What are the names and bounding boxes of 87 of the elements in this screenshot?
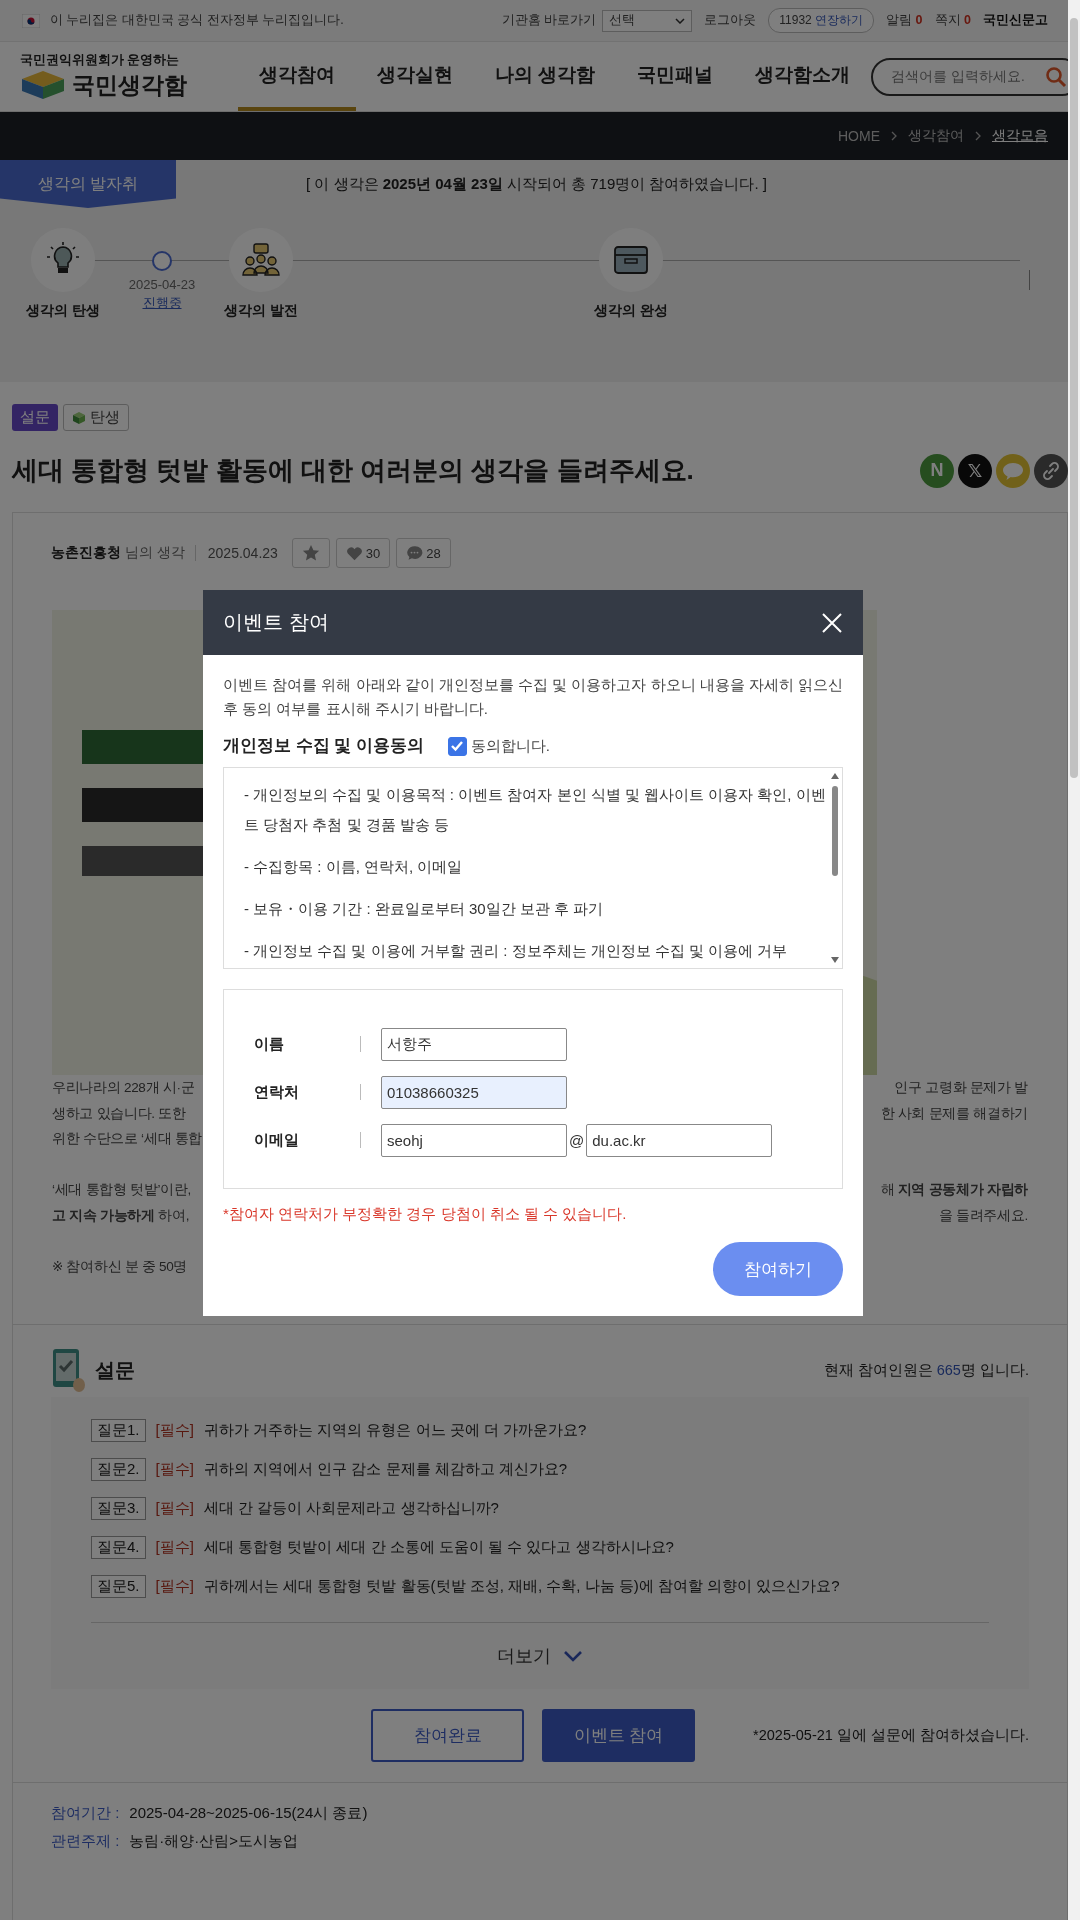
nav-tab[interactable]: 생각함소개	[734, 42, 872, 111]
search-field[interactable]: 검색어를 입력하세요.	[889, 68, 1046, 85]
required-tag: [필수]	[155, 1499, 194, 1518]
body-text: 위한 수단으로 ‘세대 통합	[52, 1130, 203, 1148]
modal-intro: 이벤트 참여를 위해 아래와 같이 개인정보를 수집 및 이용하고자 하오니 내용을 자세히 읽으신 후 동의 여부를 표시해 주시기 바랍니다.	[223, 675, 843, 719]
question-number: 질문4.	[91, 1536, 146, 1559]
post-date: 2025.04.23	[194, 545, 278, 561]
body-text: 생하고 있습니다. 또한	[52, 1104, 186, 1123]
question-text[interactable]: 귀하께서는 세대 통합형 텃밭 활동(텃밭 조성, 재배, 수확, 나눔 등)에 참여할 의향이 있으신가요?	[203, 1577, 840, 1596]
required-tag: [필수]	[155, 1538, 194, 1557]
like-button[interactable]: 30	[335, 538, 391, 568]
participant-count: 현재 참여인원은 665명 입니다.	[823, 1360, 1029, 1380]
breadcrumb-link[interactable]: 생각모음	[992, 127, 1048, 145]
stage-status-link[interactable]: 진행중	[142, 294, 182, 312]
breadcrumb-link[interactable]: 생각참여	[908, 127, 964, 145]
question-text[interactable]: 세대 간 갈등이 사회문제라고 생각하십니까?	[203, 1499, 499, 1518]
completed-button[interactable]: 참여완료	[371, 1709, 524, 1762]
x-share-button[interactable]: 𝕏	[958, 453, 992, 488]
participation-note: *2025-05-21 일에 설문에 참여하셨습니다.	[753, 1726, 1029, 1745]
survey-heading: 설문	[95, 1357, 135, 1383]
text-field[interactable]: 서항주	[381, 1027, 567, 1061]
nav-tab[interactable]: 나의 생각함	[474, 42, 617, 111]
stage-label: 생각의 탄생	[26, 302, 100, 320]
required-tag: [필수]	[155, 1421, 194, 1440]
body-text: 고 지속 가능하게 하여,	[52, 1206, 190, 1225]
modal-title: 이벤트 참여	[223, 610, 329, 635]
report-link[interactable]: 국민신문고	[983, 12, 1048, 29]
stage-label: 생각의 발전	[224, 302, 298, 320]
consent-label[interactable]: 동의합니다.	[470, 736, 550, 756]
stage-date: 2025-04-23	[128, 277, 196, 292]
question-text[interactable]: 귀하의 지역에서 인구 감소 문제를 체감하고 계신가요?	[203, 1460, 568, 1479]
info-value: 2025-04-28~2025-06-15(24시 종료)	[129, 1803, 368, 1823]
terms-item: - 보유・이용 기간 : 완료일로부터 30일간 보관 후 파기	[244, 899, 605, 919]
info-label: 관련주제 :	[51, 1831, 120, 1851]
logo-tagline: 국민권익위원회가 운영하는	[20, 52, 181, 69]
body-text: ‘세대 통합형 텃밭’이란,	[52, 1181, 192, 1199]
body-text: 한 사회 문제를 해결하기	[880, 1104, 1028, 1123]
body-text: ※ 참여하신 분 중 50명	[52, 1257, 188, 1276]
alert-link[interactable]: 알림 0	[886, 12, 923, 29]
submit-button[interactable]: 참여하기	[713, 1242, 843, 1296]
at-sign: @	[569, 1131, 585, 1149]
body-text: 인구 고령화 문제가 발	[894, 1079, 1028, 1097]
question-number: 질문1.	[91, 1419, 146, 1442]
question-text[interactable]: 귀하가 거주하는 지역의 유형은 어느 곳에 더 가까운가요?	[203, 1421, 587, 1440]
email-domain-field[interactable]: du.ac.kr	[586, 1123, 773, 1157]
nav-tab[interactable]: 생각실현	[356, 42, 474, 111]
required-tag: [필수]	[155, 1577, 194, 1596]
comment-button[interactable]: 28	[396, 538, 451, 568]
gov-notice: 이 누리집은 대한민국 공식 전자정부 누리집입니다.	[50, 12, 344, 29]
terms-item: - 개인정보의 수집 및 이용목적 : 이벤트 참여자 본인 식별 및 웹사이트 이용자 확인, 이벤트 당첨자 추첨 및 경품 발송 등	[244, 785, 827, 835]
body-text: 우리나라의 228개 시·군	[52, 1079, 195, 1097]
text-field[interactable]: 01038660325	[381, 1075, 567, 1109]
field-label: 이메일	[254, 1132, 361, 1148]
logout-link[interactable]: 로그아웃	[704, 12, 757, 29]
info-value: 농림·해양·산림>도시농업	[129, 1831, 299, 1851]
agency-label: 기관홈 바로가기	[501, 12, 597, 29]
event-button[interactable]: 이벤트 참여	[542, 1709, 695, 1762]
alert-link[interactable]: 쪽지 0	[934, 12, 971, 29]
stage-tag: 탄생	[63, 404, 129, 431]
question-number: 질문2.	[91, 1458, 146, 1481]
warning-text: *참여자 연락처가 부정확한 경우 당첨이 취소 될 수 있습니다.	[223, 1205, 628, 1224]
question-number: 질문5.	[91, 1575, 146, 1598]
section-ribbon: 생각의 발자취	[0, 160, 176, 208]
terms-item: - 수집항목 : 이름, 연락처, 이메일	[244, 857, 464, 877]
field-label: 이름	[254, 1036, 361, 1052]
question-text[interactable]: 세대 통합형 텃밭이 세대 간 소통에 도움이 될 수 있다고 생각하시나요?	[203, 1538, 674, 1557]
naver-share-button[interactable]: N	[920, 453, 954, 488]
required-tag: [필수]	[155, 1460, 194, 1479]
agency-select[interactable]: 선택	[602, 9, 693, 32]
consent-heading: 개인정보 수집 및 이용동의	[223, 735, 424, 756]
question-number: 질문3.	[91, 1497, 146, 1520]
body-text: 을 들려주세요.	[938, 1206, 1028, 1225]
logo-text[interactable]: 국민생각함	[72, 69, 187, 101]
page-title: 세대 통합형 텃밭 활동에 대한 여러분의 생각을 들려주세요.	[12, 454, 694, 487]
breadcrumb-link[interactable]: HOME	[838, 128, 880, 144]
category-tag: 설문	[12, 404, 58, 431]
session-extend-button[interactable]: 11932 연장하기	[768, 8, 875, 33]
stage-label: 생각의 완성	[594, 302, 668, 320]
author-name: 농촌진흥청 님의 생각	[51, 544, 185, 562]
info-label: 참여기간 :	[51, 1803, 120, 1823]
more-button[interactable]: 더보기	[491, 1643, 589, 1669]
nav-tab[interactable]: 국민패널	[616, 42, 735, 111]
email-id-field[interactable]: seohj	[381, 1123, 567, 1157]
terms-item: - 개인정보 수집 및 이용에 거부할 권리 : 정보주체는 개인정보 수집 및 이용에 거부	[244, 941, 789, 961]
body-text: 해 지역 공동체가 자립하	[880, 1181, 1028, 1199]
progress-summary: [ 이 생각은 2025년 04월 23일 시작되어 총 719명이 참여하였습니다. ]	[306, 174, 767, 194]
field-label: 연락처	[254, 1084, 361, 1100]
